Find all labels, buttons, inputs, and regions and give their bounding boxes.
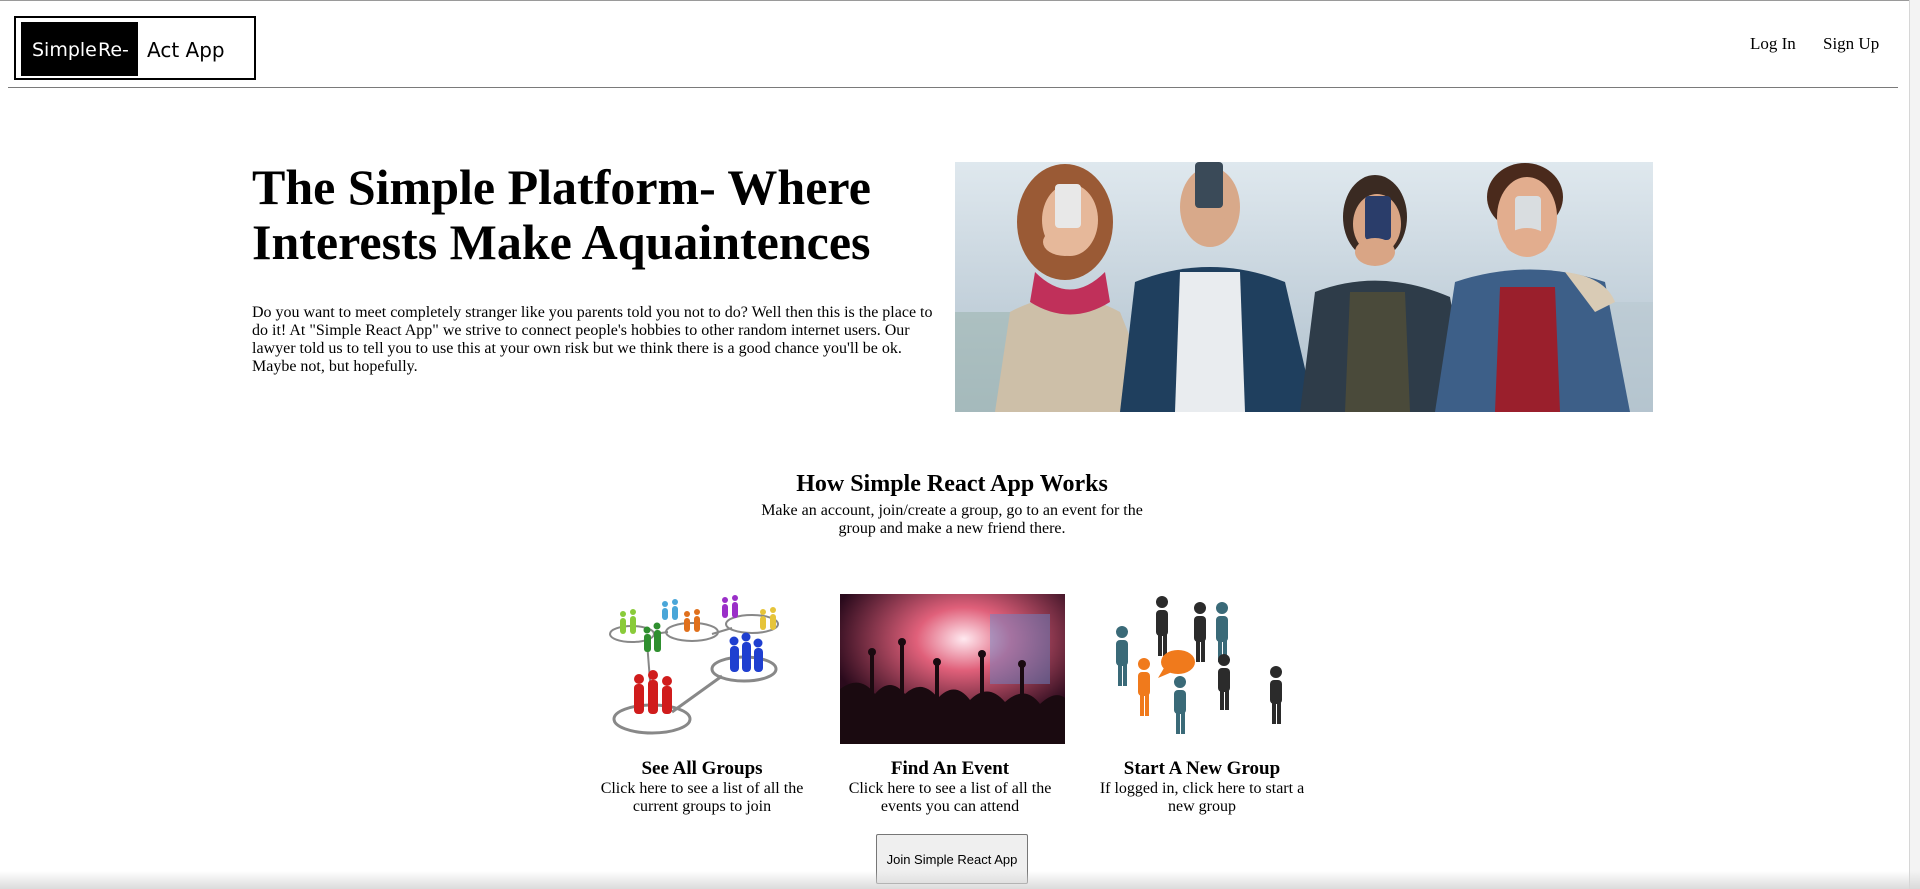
people-chat-image [1092, 594, 1317, 744]
how-it-works-title: How Simple React App Works [796, 471, 1108, 497]
see-all-groups-card[interactable]: See All Groups Click here to see a list … [592, 594, 812, 816]
how-it-works-text: Make an account, join/create a group, go… [761, 502, 1143, 537]
start-new-group-description: If logged in, click here to start a new … [1099, 780, 1305, 815]
logo-text-part3: Act App [147, 38, 225, 62]
find-an-event-description: Click here to see a list of all the even… [848, 780, 1052, 815]
hero-description: Do you want to meet completely stranger … [252, 304, 933, 375]
logo-text-part1: Simple [32, 39, 97, 61]
bottom-shadow [0, 871, 1920, 889]
people-network-image [592, 594, 817, 744]
find-an-event-card[interactable]: Find An Event Click here to see a list o… [840, 594, 1065, 816]
see-all-groups-title: See All Groups [641, 758, 763, 779]
hero-title: The Simple Platform- Where Interests Mak… [252, 159, 871, 270]
logo-text-part2: Re- [98, 39, 129, 61]
start-new-group-title: Start A New Group [1123, 758, 1281, 779]
start-new-group-card[interactable]: Start A New Group If logged in, click he… [1092, 594, 1312, 816]
find-an-event-title: Find An Event [890, 758, 1010, 779]
concert-crowd-image [840, 594, 1065, 744]
login-link[interactable]: Log In [1750, 35, 1796, 52]
site-header: Simple Re- Act App Log In Sign Up [8, 1, 1898, 88]
hero-people-phones-image [955, 162, 1653, 412]
logo[interactable]: Simple Re- Act App [14, 16, 256, 80]
signup-link[interactable]: Sign Up [1823, 35, 1879, 52]
scrollbar[interactable] [1909, 0, 1920, 889]
see-all-groups-description: Click here to see a list of all the curr… [600, 780, 804, 815]
